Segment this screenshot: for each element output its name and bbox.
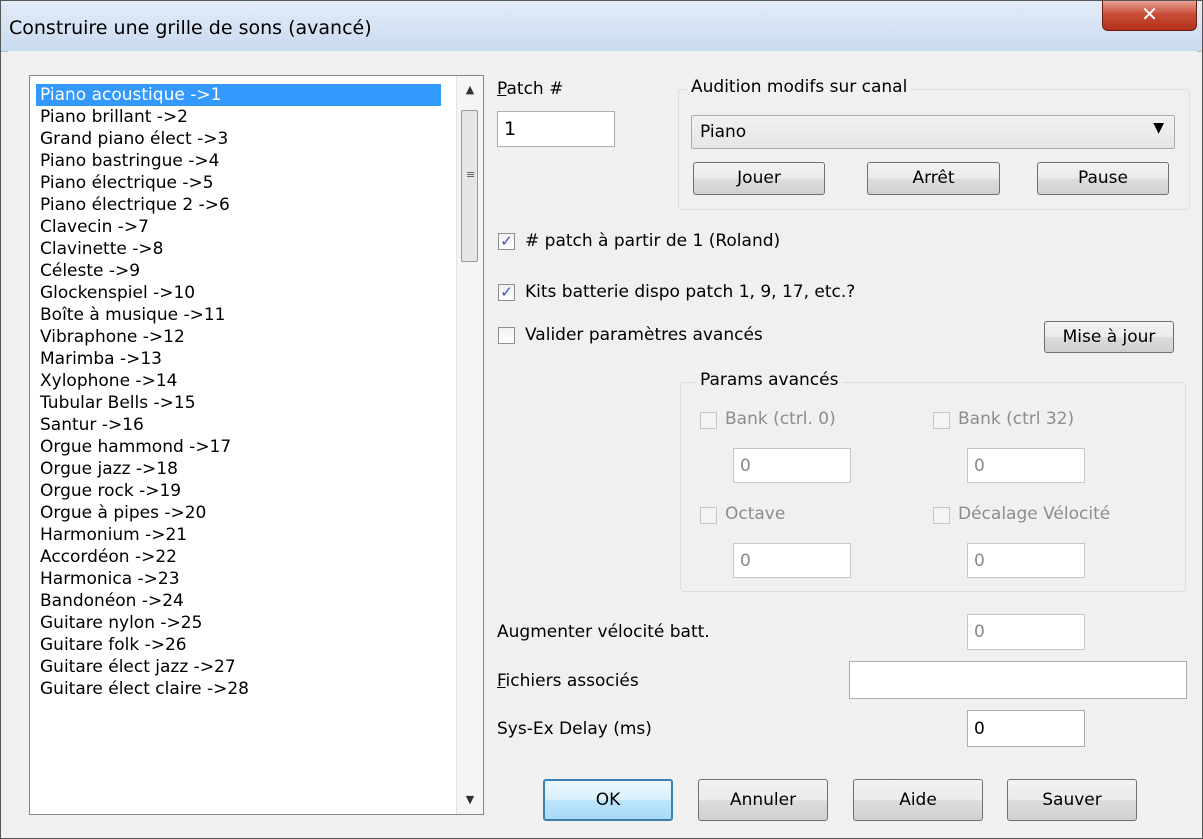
window-title: Construire une grille de sons (avancé) bbox=[9, 17, 372, 39]
list-item[interactable]: Vibraphone ->12 bbox=[36, 326, 441, 348]
list-item[interactable]: Piano bastringue ->4 bbox=[36, 150, 441, 172]
list-item[interactable]: Santur ->16 bbox=[36, 414, 441, 436]
list-item[interactable]: Glockenspiel ->10 bbox=[36, 282, 441, 304]
octave-checkbox[interactable] bbox=[700, 507, 717, 524]
velocity-offset-label: Décalage Vélocité bbox=[958, 504, 1111, 524]
associated-files-label-rest: ichiers associés bbox=[505, 671, 639, 691]
list-item[interactable]: Piano brillant ->2 bbox=[36, 106, 441, 128]
patch-listbox[interactable]: Piano acoustique ->1 Piano brillant ->2 Gr… bbox=[29, 75, 484, 815]
advanced-params-checkbox[interactable] bbox=[498, 327, 515, 344]
patch-from-1-checkbox[interactable]: ✓ bbox=[498, 233, 515, 250]
list-item[interactable]: Tubular Bells ->15 bbox=[36, 392, 441, 414]
bank-ctrl32-label: Bank (ctrl 32) bbox=[958, 409, 1075, 429]
list-item[interactable]: Piano acoustique ->1 bbox=[36, 84, 441, 106]
octave-label: Octave bbox=[725, 504, 786, 524]
list-item[interactable]: Céleste ->9 bbox=[36, 260, 441, 282]
bank-ctrl0-checkbox[interactable] bbox=[700, 412, 717, 429]
scroll-down-icon[interactable]: ▼ bbox=[457, 788, 483, 812]
list-item[interactable]: Orgue hammond ->17 bbox=[36, 436, 441, 458]
patch-from-1-label: # patch à partir de 1 (Roland) bbox=[525, 231, 781, 251]
ok-button[interactable]: OK bbox=[543, 779, 673, 821]
advanced-params-label: Valider paramètres avancés bbox=[525, 325, 763, 345]
list-item[interactable]: Harmonica ->23 bbox=[36, 568, 441, 590]
stop-button[interactable]: Arrêt bbox=[867, 162, 1000, 195]
patch-number-input[interactable] bbox=[497, 111, 615, 147]
list-item[interactable]: Orgue jazz ->18 bbox=[36, 458, 441, 480]
associated-files-label: Fichiers associés bbox=[497, 671, 639, 691]
list-item[interactable]: Accordéon ->22 bbox=[36, 546, 441, 568]
list-item[interactable]: Clavecin ->7 bbox=[36, 216, 441, 238]
list-item[interactable]: Piano électrique 2 ->6 bbox=[36, 194, 441, 216]
dialog-window: Construire une grille de sons (avancé) ✕… bbox=[0, 0, 1203, 839]
cancel-button[interactable]: Annuler bbox=[698, 779, 828, 821]
drum-velocity-label: Augmenter vélocité batt. bbox=[497, 622, 710, 642]
bank-ctrl0-label: Bank (ctrl. 0) bbox=[725, 409, 836, 429]
advanced-params-group-label: Params avancés bbox=[696, 370, 843, 390]
close-button[interactable]: ✕ bbox=[1102, 1, 1197, 31]
channel-select-value: Piano bbox=[700, 122, 747, 142]
list-item[interactable]: Clavinette ->8 bbox=[36, 238, 441, 260]
list-item[interactable]: Orgue rock ->19 bbox=[36, 480, 441, 502]
octave-input[interactable] bbox=[733, 543, 851, 578]
title-bar[interactable]: Construire une grille de sons (avancé) ✕ bbox=[1, 1, 1202, 52]
pause-button[interactable]: Pause bbox=[1037, 162, 1169, 195]
play-button[interactable]: Jouer bbox=[693, 162, 825, 195]
drum-kits-label: Kits batterie dispo patch 1, 9, 17, etc.… bbox=[525, 282, 856, 302]
dialog-client: Piano acoustique ->1 Piano brillant ->2 Gr… bbox=[8, 51, 1197, 833]
check-icon: ✓ bbox=[500, 283, 513, 301]
audition-group-label: Audition modifs sur canal bbox=[687, 77, 912, 97]
patch-list-items: Piano acoustique ->1 Piano brillant ->2 Gr… bbox=[36, 84, 441, 700]
close-icon: ✕ bbox=[1141, 2, 1158, 26]
save-button[interactable]: Sauver bbox=[1007, 779, 1137, 821]
list-item[interactable]: Marimba ->13 bbox=[36, 348, 441, 370]
drum-kits-checkbox[interactable]: ✓ bbox=[498, 284, 515, 301]
list-scrollbar[interactable]: ▲ ≡ ▼ bbox=[456, 76, 483, 814]
help-button[interactable]: Aide bbox=[853, 779, 983, 821]
list-item[interactable]: Xylophone ->14 bbox=[36, 370, 441, 392]
list-item[interactable]: Orgue à pipes ->20 bbox=[36, 502, 441, 524]
chevron-down-icon: ▼ bbox=[1153, 120, 1164, 136]
list-item[interactable]: Guitare nylon ->25 bbox=[36, 612, 441, 634]
grip-icon: ≡ bbox=[466, 168, 476, 181]
list-item[interactable]: Harmonium ->21 bbox=[36, 524, 441, 546]
list-item[interactable]: Guitare folk ->26 bbox=[36, 634, 441, 656]
check-icon: ✓ bbox=[500, 232, 513, 250]
list-item[interactable]: Guitare élect jazz ->27 bbox=[36, 656, 441, 678]
patch-label: Patch # bbox=[497, 79, 563, 99]
list-item[interactable]: Bandonéon ->24 bbox=[36, 590, 441, 612]
velocity-offset-checkbox[interactable] bbox=[933, 507, 950, 524]
bank-ctrl32-input[interactable] bbox=[967, 448, 1085, 483]
associated-files-accel: F bbox=[497, 671, 506, 691]
list-item[interactable]: Grand piano élect ->3 bbox=[36, 128, 441, 150]
bank-ctrl0-input[interactable] bbox=[733, 448, 851, 483]
drum-velocity-input[interactable] bbox=[967, 614, 1085, 650]
sysex-delay-label: Sys-Ex Delay (ms) bbox=[497, 719, 652, 739]
bank-ctrl32-checkbox[interactable] bbox=[933, 412, 950, 429]
associated-files-input[interactable] bbox=[849, 661, 1187, 699]
velocity-offset-input[interactable] bbox=[967, 543, 1085, 578]
patch-label-rest: atch # bbox=[506, 79, 564, 99]
update-button[interactable]: Mise à jour bbox=[1044, 321, 1174, 353]
sysex-delay-input[interactable] bbox=[967, 710, 1085, 747]
patch-label-accel: P bbox=[497, 79, 507, 99]
scroll-thumb[interactable]: ≡ bbox=[461, 110, 478, 262]
list-item[interactable]: Piano électrique ->5 bbox=[36, 172, 441, 194]
list-item[interactable]: Boîte à musique ->11 bbox=[36, 304, 441, 326]
list-item[interactable]: Guitare élect claire ->28 bbox=[36, 678, 441, 700]
channel-select[interactable]: Piano ▼ bbox=[691, 115, 1175, 149]
scroll-up-icon[interactable]: ▲ bbox=[457, 78, 483, 102]
